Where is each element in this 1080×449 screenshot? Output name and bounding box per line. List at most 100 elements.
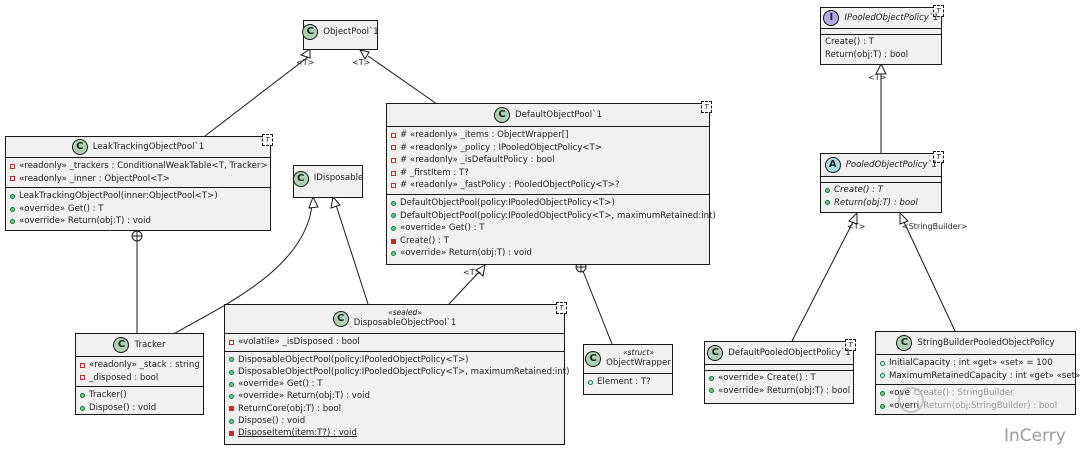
method: DefaultObjectPool(policy:IPooledObjectPo… [391, 210, 716, 223]
abstract-icon: A [824, 157, 841, 173]
interface-ipooledobjectpolicy[interactable]: T I IPooledObjectPolicy`1 Create() : T Re… [820, 5, 944, 65]
class-icon: C [494, 107, 511, 123]
member: Return(obj:T) : bool [825, 49, 909, 60]
watermark-logo-icon [898, 387, 924, 413]
public-icon [229, 418, 234, 424]
public-icon [880, 373, 885, 379]
field: «readonly» _trackers : ConditionalWeakTa… [10, 160, 268, 173]
class-name: DisposableObjectPool`1 [353, 318, 457, 329]
edge-default-to-objectpool [367, 55, 438, 105]
class-tracker[interactable]: C Tracker «readonly» _stack : string _dis… [75, 333, 204, 415]
public-icon [825, 187, 830, 193]
private-icon [80, 362, 85, 368]
public-icon [229, 357, 234, 363]
class-name: IDisposable [313, 173, 364, 184]
field: # «readonly» _policy : IPooledObjectPoli… [391, 142, 705, 155]
private-icon [391, 132, 396, 138]
class-leaktrackingobjectpool[interactable]: T C LeakTrackingObjectPool`1 «readonly» _… [5, 134, 273, 231]
method: «override» Get() : T [391, 222, 705, 235]
class-name: Tracker [134, 339, 166, 350]
edge-label-t1: <T> [296, 58, 315, 67]
private-icon [10, 176, 15, 182]
class-icon: C [113, 337, 130, 353]
private-icon [229, 339, 234, 345]
public-icon [229, 369, 234, 375]
edge-label-t5: <T> [847, 222, 866, 231]
edge-leak-arrowhead [299, 48, 311, 59]
field: Element : T? [588, 376, 668, 389]
public-icon [80, 392, 85, 398]
class-defaultobjectpool[interactable]: T C DefaultObjectPool`1 # «readonly» _ite… [386, 101, 716, 265]
field: # «readonly» _fastPolicy : PooledObjectP… [391, 179, 705, 192]
edge-defpolicy-to-pooled [791, 221, 854, 342]
class-name: DefaultPooledObjectPolicy`1 [728, 347, 851, 358]
method: DisposableObjectPool(policy:IPooledObjec… [229, 354, 560, 366]
public-icon [391, 251, 396, 257]
method: Dispose() : void [80, 402, 199, 415]
method: «override» Create() : T [709, 372, 849, 385]
member: Create() : T [825, 37, 874, 47]
public-icon [880, 360, 885, 366]
private-icon [391, 157, 396, 163]
interface-icon: I [823, 10, 840, 26]
private-icon [80, 375, 85, 381]
public-icon [229, 394, 234, 400]
class-icon: C [292, 170, 309, 187]
method: «override» Return(obj:T) : void [229, 390, 560, 402]
class-name: PooledObjectPolicy`1 [845, 159, 938, 170]
public-icon [880, 390, 885, 396]
field: # _firstItem : T? [391, 167, 705, 180]
struct-objectwrapper[interactable]: C «struct» ObjectWrapper Element : T? [583, 344, 673, 395]
method: «override» Return(obj:T) : void [10, 215, 266, 228]
field: «volatile» _isDisposed : bool [229, 336, 560, 349]
public-icon [709, 375, 714, 381]
public-icon [229, 381, 234, 387]
class-defaultpooledobjectpolicy[interactable]: T C DefaultPooledObjectPolicy`1 «override… [704, 339, 856, 404]
private-icon [391, 145, 396, 151]
public-icon [391, 200, 396, 206]
class-icon: C [302, 24, 319, 40]
public-icon [391, 213, 396, 219]
field: InitialCapacity : int «get» «set» = 100 [880, 357, 1071, 370]
public-icon [10, 193, 15, 199]
method: «override» Return(obj:T) : bool [709, 385, 850, 398]
private-icon [229, 406, 234, 412]
public-icon [880, 403, 885, 409]
interface-idisposable[interactable]: C IDisposable [292, 165, 364, 198]
class-objectpool[interactable]: C ObjectPool`1 [302, 20, 379, 50]
member: Return(obj:T) : bool [825, 197, 937, 210]
edge-wrapper-nested [582, 270, 613, 345]
method: «override» Get() : T [229, 378, 560, 390]
edge-label-stringbuilder: <StringBuilder> [902, 222, 968, 231]
method: Dispose() : void [229, 415, 560, 427]
method: «override» Get() : T [10, 203, 266, 216]
edge-label-t4: <T> [868, 73, 887, 82]
member: Create() : T [825, 184, 937, 197]
edge-label-t3: <T> [463, 268, 482, 277]
class-icon: C [707, 345, 724, 361]
class-pooledobjectpolicy[interactable]: T A PooledObjectPolicy`1 Create() : T Ret… [820, 151, 944, 213]
edge-sbpolicy-to-pooled [903, 221, 956, 332]
method: ReturnCore(obj:T) : bool [229, 403, 560, 415]
method: LeakTrackingObjectPool(inner:ObjectPool<… [10, 190, 266, 203]
method: DefaultObjectPool(policy:IPooledObjectPo… [391, 197, 705, 210]
class-disposableobjectpool[interactable]: T C «sealed» DisposableObjectPool`1 «vol… [224, 302, 569, 445]
field: # «readonly» _items : ObjectWrapper[] [391, 129, 705, 142]
field: «readonly» _inner : ObjectPool<T> [10, 173, 266, 186]
watermark-text: InCerry [1004, 426, 1066, 446]
private-icon [10, 163, 15, 169]
field: _disposed : bool [80, 372, 199, 385]
method: DisposableObjectPool(policy:IPooledObjec… [229, 366, 569, 378]
public-icon [709, 388, 714, 394]
public-icon [80, 405, 85, 411]
class-stereotype: «struct» [622, 348, 654, 358]
private-icon [391, 238, 396, 244]
field: MaximumRetainedCapacity : int «get» «set… [880, 370, 1080, 383]
public-icon [588, 379, 593, 385]
edge-leak-to-objectpool [204, 56, 309, 137]
class-name: StringBuilderPooledObjectPolicy [917, 337, 1055, 348]
method: DisposeItem(item:T?) : void [229, 427, 560, 439]
class-stereotype: «sealed» [388, 308, 422, 318]
class-icon: C [585, 351, 602, 367]
class-icon: C [896, 335, 913, 351]
